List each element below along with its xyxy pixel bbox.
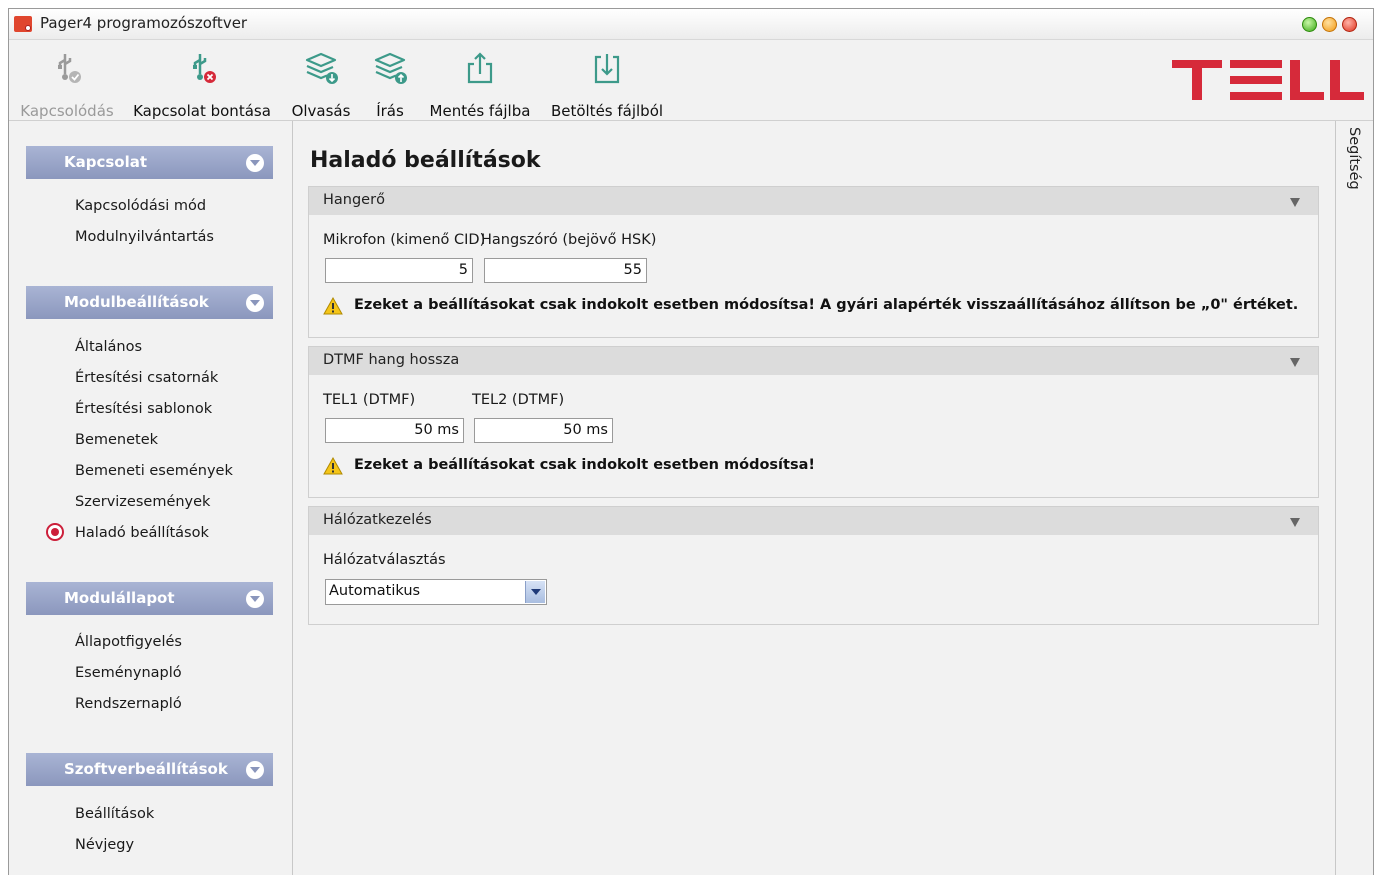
section-header-label: Modulbeállítások [64, 293, 209, 311]
load-from-file-label: Betöltés fájlból [550, 102, 664, 120]
write-button[interactable]: Írás [357, 40, 423, 120]
disconnect-label: Kapcsolat bontása [133, 102, 271, 120]
mic-volume-label: Mikrofon (kimenő CID) [323, 232, 486, 248]
connect-button[interactable]: Kapcsolódás [14, 40, 120, 120]
help-tab-label: Segítség [1346, 127, 1362, 190]
sidebar-item-inputs[interactable]: Bemenetek [75, 432, 158, 448]
sidebar-item-general[interactable]: Általános [75, 339, 142, 355]
toolbar: Kapcsolódás Kapcsolat bontása Olvasás Ír… [9, 40, 1373, 121]
panel-title: Hálózatkezelés [323, 512, 432, 528]
sidebar-item-settings[interactable]: Beállítások [75, 806, 154, 822]
sidebar-item-service-events[interactable]: Szervizesemények [75, 494, 210, 510]
warning-icon [323, 457, 343, 475]
read-label: Olvasás [291, 102, 351, 120]
save-to-file-button[interactable]: Mentés fájlba [427, 40, 533, 120]
volume-panel: Hangerő Mikrofon (kimenő CID) Hangszóró … [308, 186, 1319, 338]
import-file-icon [594, 54, 620, 84]
usb-disconnect-icon [193, 54, 216, 83]
tel1-dtmf-input[interactable]: 50 ms [325, 418, 464, 443]
sidebar-item-connection-mode[interactable]: Kapcsolódási mód [75, 198, 206, 214]
chevron-down-icon[interactable] [246, 590, 264, 608]
app-icon [14, 16, 32, 32]
sidebar-item-input-events[interactable]: Bemeneti események [75, 463, 233, 479]
volume-warning-text: Ezeket a beállításokat csak indokolt ese… [354, 297, 1299, 313]
help-panel-tab[interactable]: Segítség [1335, 121, 1373, 875]
warning-icon [323, 297, 343, 315]
collapse-arrow-icon[interactable] [1290, 198, 1300, 207]
chevron-down-icon[interactable] [246, 761, 264, 779]
minimize-button[interactable] [1322, 17, 1337, 32]
tel1-dtmf-label: TEL1 (DTMF) [323, 392, 416, 408]
sidebar-item-status-monitoring[interactable]: Állapotfigyelés [75, 634, 182, 650]
sidebar-item-notification-channels[interactable]: Értesítési csatornák [75, 370, 218, 386]
section-header-connection[interactable]: Kapcsolat [26, 146, 273, 179]
write-label: Írás [376, 102, 404, 120]
mic-volume-input[interactable]: 5 [325, 258, 473, 283]
maximize-button[interactable] [1302, 17, 1317, 32]
tel2-dtmf-label: TEL2 (DTMF) [472, 392, 565, 408]
sidebar-item-module-registry[interactable]: Modulnyilvántartás [75, 229, 214, 245]
connect-label: Kapcsolódás [20, 102, 114, 120]
panel-title: DTMF hang hossza [323, 352, 460, 368]
network-panel: Hálózatkezelés Hálózatválasztás Automati… [308, 506, 1319, 625]
section-header-software-settings[interactable]: Szoftverbeállítások [26, 753, 273, 786]
sidebar: Kapcsolat Kapcsolódási mód Modulnyilvánt… [9, 121, 293, 875]
title-bar: Pager4 programozószoftver [9, 9, 1373, 40]
section-header-module-status[interactable]: Modulállapot [26, 582, 273, 615]
section-header-label: Szoftverbeállítások [64, 760, 228, 778]
section-header-label: Kapcsolat [64, 153, 148, 171]
section-header-label: Modulállapot [64, 589, 175, 607]
speaker-volume-label: Hangszóró (bejövő HSK) [481, 232, 657, 248]
layers-write-icon [374, 52, 407, 84]
selected-indicator-icon [46, 523, 64, 541]
speaker-volume-input[interactable]: 55 [484, 258, 647, 283]
close-button[interactable] [1342, 17, 1357, 32]
app-window: Pager4 programozószoftver Kapcsolódás Ka… [8, 8, 1374, 875]
sidebar-item-system-log[interactable]: Rendszernapló [75, 696, 182, 712]
collapse-arrow-icon[interactable] [1290, 518, 1300, 527]
export-file-icon [467, 52, 493, 84]
main-content: Haladó beállítások Hangerő Mikrofon (kim… [293, 121, 1335, 875]
page-title: Haladó beállítások [310, 148, 541, 173]
usb-connect-icon [58, 54, 81, 83]
window-title: Pager4 programozószoftver [40, 14, 248, 32]
dtmf-warning-text: Ezeket a beállításokat csak indokolt ese… [354, 457, 815, 473]
network-selection-dropdown[interactable]: Automatikus [325, 579, 547, 605]
collapse-arrow-icon[interactable] [1290, 358, 1300, 367]
sidebar-item-about[interactable]: Névjegy [75, 837, 134, 853]
panel-title: Hangerő [323, 192, 385, 208]
read-button[interactable]: Olvasás [287, 40, 355, 120]
tel2-dtmf-input[interactable]: 50 ms [474, 418, 613, 443]
chevron-down-icon[interactable] [246, 294, 264, 312]
save-to-file-label: Mentés fájlba [429, 102, 531, 120]
panel-header[interactable]: Hálózatkezelés [309, 507, 1318, 535]
chevron-down-icon[interactable] [246, 154, 264, 172]
network-selection-label: Hálózatválasztás [323, 552, 446, 568]
sidebar-item-notification-templates[interactable]: Értesítési sablonok [75, 401, 212, 417]
dtmf-panel: DTMF hang hossza TEL1 (DTMF) TEL2 (DTMF)… [308, 346, 1319, 498]
panel-header[interactable]: DTMF hang hossza [309, 347, 1318, 375]
sidebar-item-event-log[interactable]: Eseménynapló [75, 665, 182, 681]
sidebar-item-advanced-settings[interactable]: Haladó beállítások [75, 525, 209, 541]
panel-header[interactable]: Hangerő [309, 187, 1318, 215]
dropdown-value: Automatikus [329, 583, 421, 599]
section-header-module-settings[interactable]: Modulbeállítások [26, 286, 273, 319]
load-from-file-button[interactable]: Betöltés fájlból [549, 40, 665, 120]
tell-logo [1172, 60, 1364, 100]
dropdown-arrow-icon[interactable] [525, 581, 545, 603]
layers-read-icon [305, 52, 338, 84]
disconnect-button[interactable]: Kapcsolat bontása [131, 40, 273, 120]
